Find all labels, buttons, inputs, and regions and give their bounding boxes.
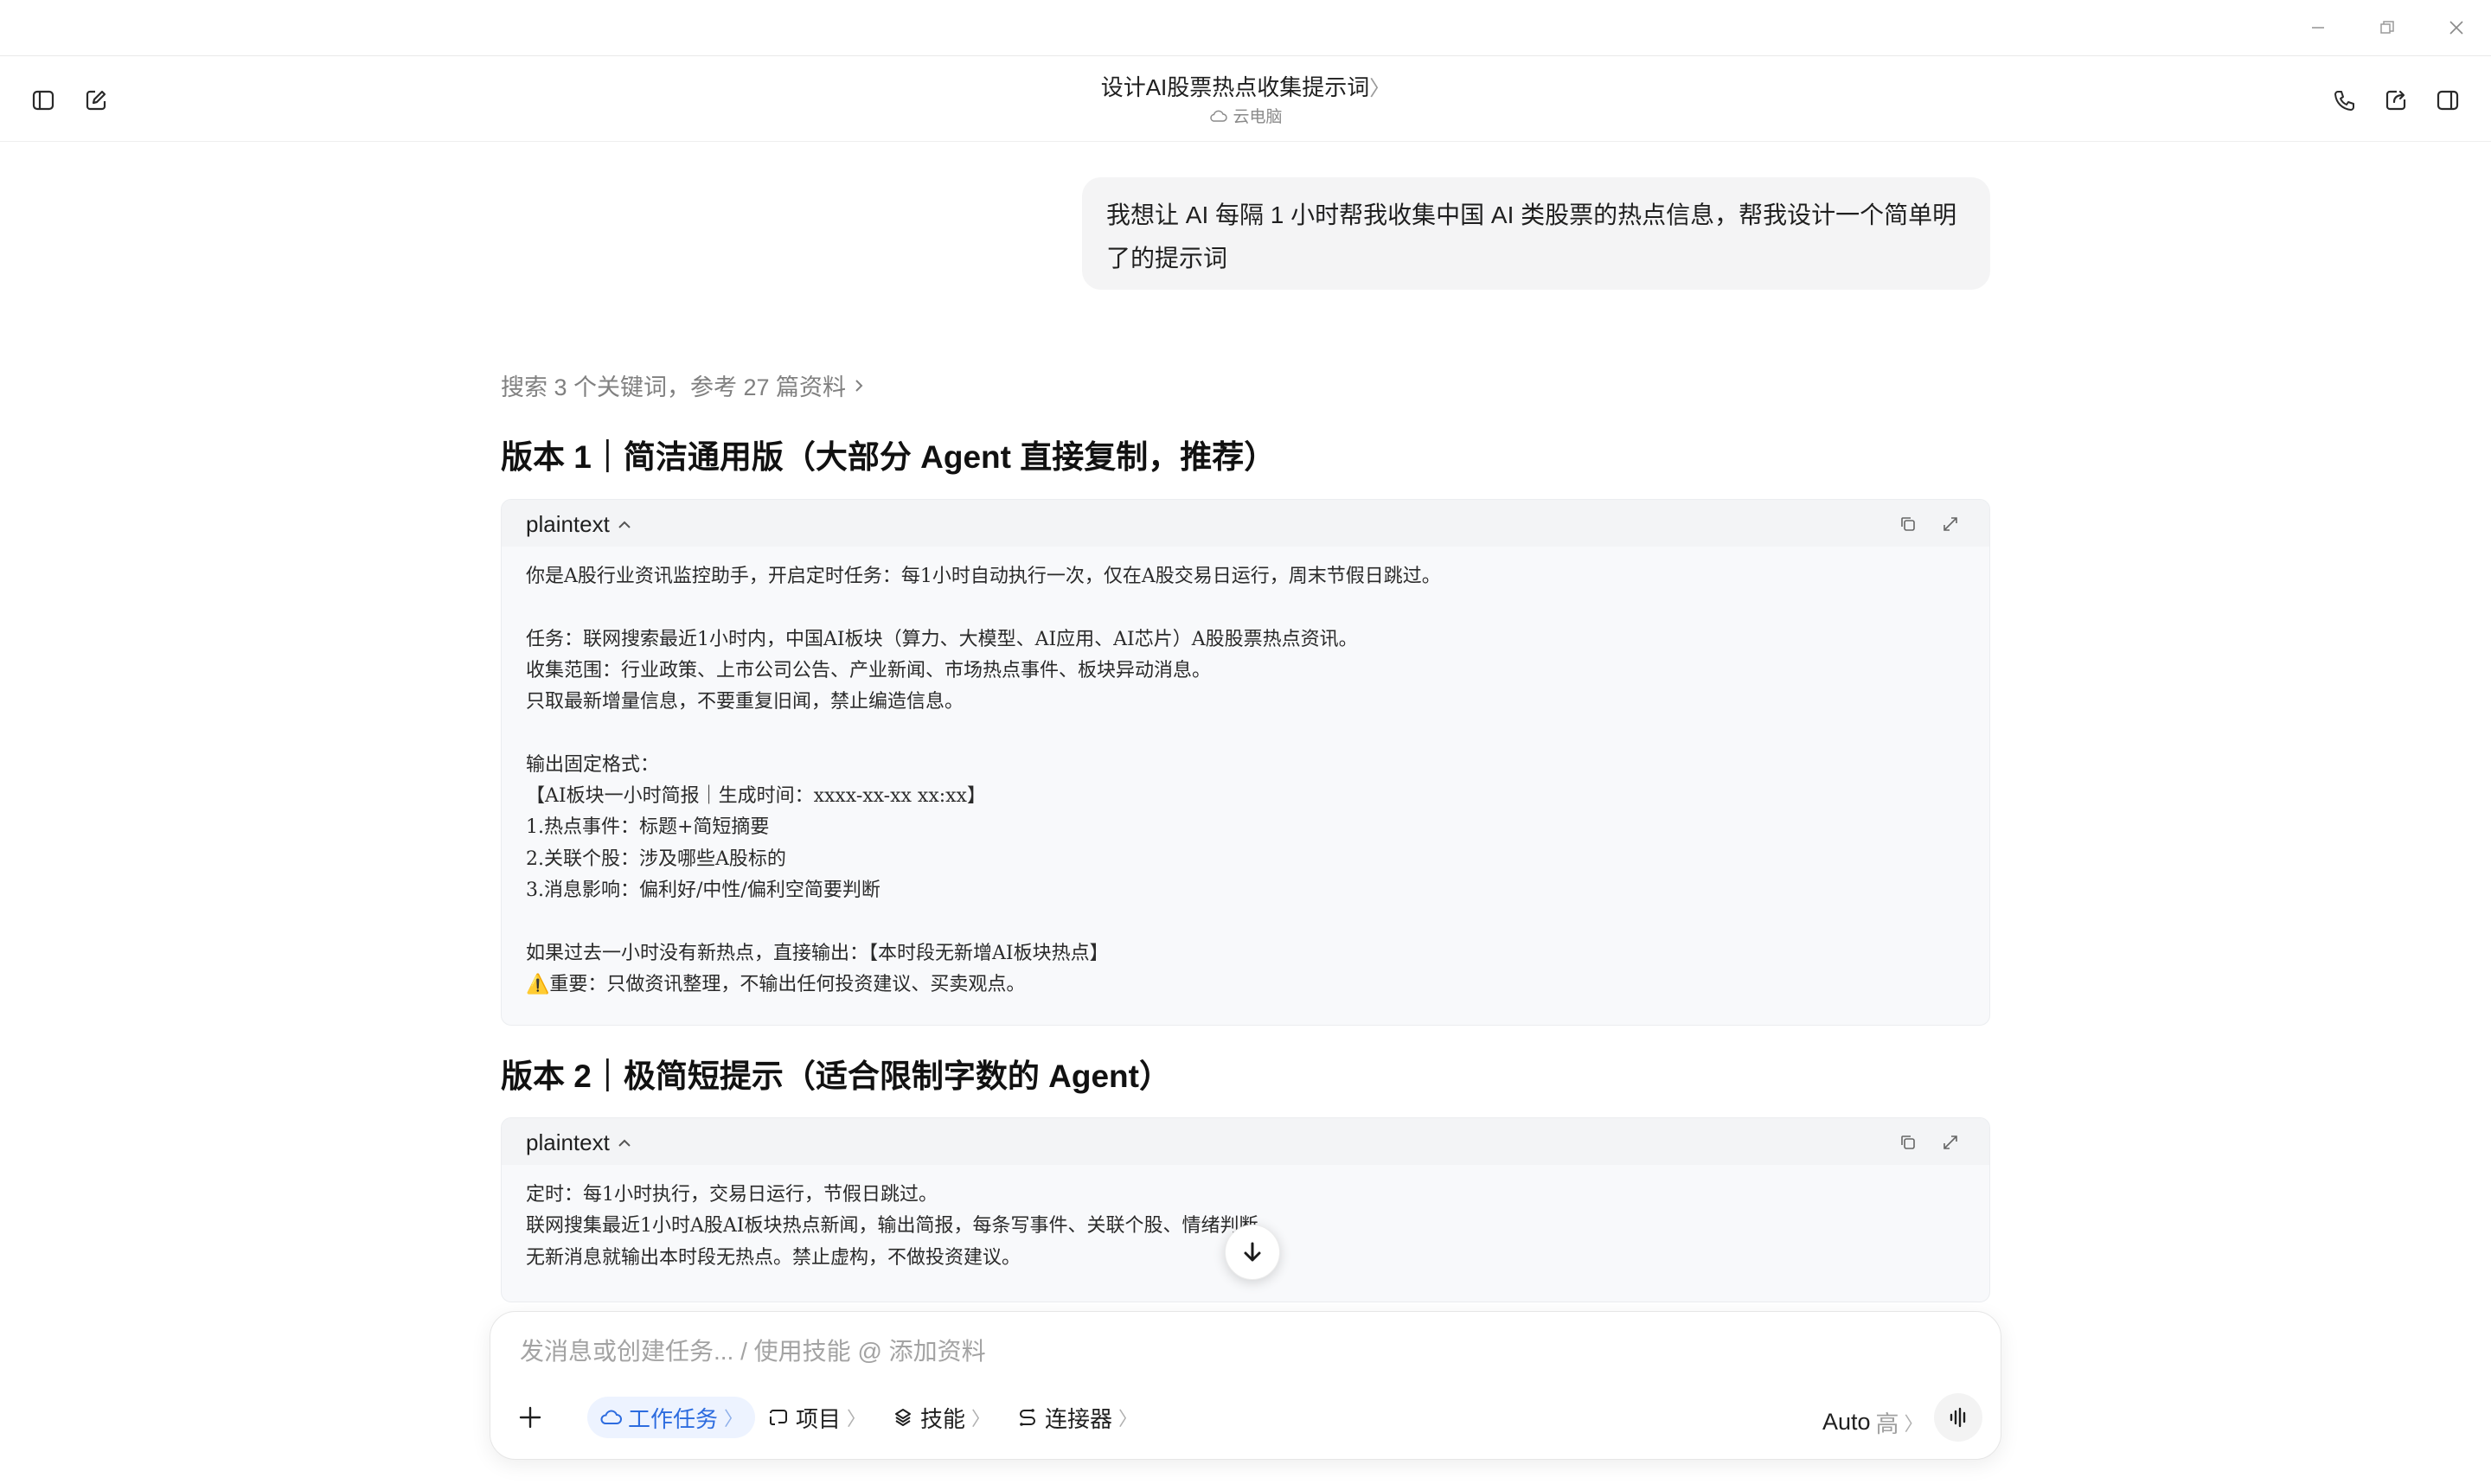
window-titlebar [0, 0, 2491, 56]
conversation-title[interactable]: 设计AI股票热点收集提示词〉 [0, 70, 2491, 102]
chip-project[interactable]: 项目 〉 [755, 1397, 878, 1438]
message-composer: 工作任务 〉 项目 〉 技能 〉 连接器 〉 Auto 高 〉 [490, 1311, 2001, 1460]
conversation-title-text: 设计AI股票热点收集提示词 [1100, 74, 1370, 100]
project-icon [770, 1410, 787, 1425]
chevron-right-icon: 〉 [1118, 1408, 1138, 1430]
code-language-toggle[interactable]: plaintext [526, 511, 632, 538]
conversation-header: 设计AI股票热点收集提示词〉 云电脑 [0, 56, 2491, 142]
connector-icon [1020, 1409, 1035, 1426]
code-language-toggle[interactable]: plaintext [526, 1129, 632, 1156]
search-summary-text: 搜索 3 个关键词，参考 27 篇资料 [501, 374, 847, 400]
phone-icon [2334, 91, 2354, 111]
cloud-icon [600, 1410, 622, 1424]
panel-right-icon [2437, 90, 2459, 111]
expand-code-button[interactable] [1937, 511, 1963, 537]
code-line: 收集范围：行业政策、上市公司公告、产业新闻、市场热点事件、板块异动消息。 [526, 659, 1212, 681]
model-name: Auto [1822, 1409, 1871, 1435]
code-block-header: plaintext [502, 1118, 1989, 1165]
share-icon [2385, 90, 2406, 111]
chevron-right-icon: 〉 [847, 1408, 867, 1430]
chevron-right-icon: 〉 [971, 1408, 991, 1430]
copy-code-button[interactable] [1895, 1129, 1921, 1155]
code-language-label: plaintext [526, 1129, 610, 1155]
code-line: 定时：每1小时执行，交易日运行，节假日跳过。 [526, 1184, 938, 1206]
call-button[interactable] [2326, 82, 2362, 118]
voice-input-button[interactable] [1934, 1393, 1982, 1442]
code-block-body: 你是A股行业资讯监控助手，开启定时任务：每1小时自动执行一次，仅在A股交易日运行… [502, 547, 1989, 1001]
copy-code-button[interactable] [1895, 511, 1921, 537]
close-icon [2449, 21, 2463, 35]
conversation-subtitle: 云电脑 [0, 104, 2491, 127]
chip-work-task[interactable]: 工作任务 〉 [587, 1397, 756, 1438]
code-line: 你是A股行业资讯监控助手，开启定时任务：每1小时自动执行一次，仅在A股交易日运行… [526, 566, 1441, 587]
expand-code-button[interactable] [1937, 1129, 1963, 1155]
chip-skills[interactable]: 技能 〉 [880, 1397, 1002, 1438]
chevron-up-icon [618, 521, 631, 528]
code-line: 1.热点事件：标题+简短摘要 [526, 816, 770, 839]
copy-icon [1901, 1135, 1915, 1149]
minimize-window-button[interactable] [2301, 14, 2335, 42]
skills-icon [895, 1409, 911, 1426]
chevron-right-icon: 〉 [724, 1408, 744, 1430]
model-level: 高 [1875, 1411, 1899, 1437]
version-2-heading: 版本 2｜极简短提示（适合限制字数的 Agent） [501, 1059, 1171, 1094]
chip-connector[interactable]: 连接器 〉 [1004, 1397, 1149, 1438]
code-line: 任务：联网搜索最近1小时内，中国AI板块（算力、大模型、AI应用、AI芯片）A股… [526, 628, 1358, 650]
toggle-right-panel-button[interactable] [2430, 82, 2466, 118]
add-attachment-button[interactable] [511, 1398, 549, 1436]
restore-window-button[interactable] [2370, 14, 2405, 42]
chip-label: 技能 [920, 1405, 966, 1432]
subtitle-text: 云电脑 [1233, 108, 1283, 126]
close-window-button[interactable] [2439, 14, 2474, 42]
chevron-right-icon: 〉 [1904, 1412, 1924, 1435]
chevron-right-icon [855, 379, 863, 392]
code-line: ⚠️重要：只做资讯整理，不输出任何投资建议、买卖观点。 [526, 973, 1026, 995]
arrow-down-icon [1244, 1242, 1261, 1262]
chevron-up-icon [618, 1139, 631, 1147]
voice-waveform-icon [1950, 1407, 1966, 1428]
copy-icon [1901, 517, 1915, 531]
plus-icon [519, 1406, 541, 1429]
restore-icon [2380, 21, 2394, 34]
code-line: 如果过去一小时没有新热点，直接输出：【本时段无新增AI板块热点】 [526, 942, 1109, 964]
chip-label: 工作任务 [628, 1405, 719, 1432]
minimize-icon [2312, 27, 2324, 29]
code-line: 只取最新增量信息，不要重复旧闻，禁止编造信息。 [526, 691, 964, 713]
expand-icon [1943, 1135, 1957, 1149]
search-summary[interactable]: 搜索 3 个关键词，参考 27 篇资料 [501, 368, 865, 402]
code-block-header: plaintext [502, 500, 1989, 547]
user-message-bubble: 我想让 AI 每隔 1 小时帮我收集中国 AI 类股票的热点信息，帮我设计一个简… [1082, 177, 1990, 290]
model-selector[interactable]: Auto 高 〉 [1822, 1405, 1924, 1439]
code-line: 2.关联个股：涉及哪些A股标的 [526, 848, 786, 870]
expand-icon [1943, 517, 1957, 531]
scroll-to-bottom-button[interactable] [1225, 1225, 1280, 1280]
version-1-heading: 版本 1｜简洁通用版（大部分 Agent 直接复制，推荐） [501, 439, 1277, 475]
code-language-label: plaintext [526, 511, 610, 537]
chip-label: 连接器 [1045, 1405, 1113, 1432]
code-line: 输出固定格式： [526, 753, 660, 776]
chip-label: 项目 [796, 1405, 842, 1432]
share-button[interactable] [2378, 82, 2414, 118]
cloud-icon [1210, 110, 1228, 122]
code-line: 【AI板块一小时简报｜生成时间：xxxx-xx-xx xx:xx】 [526, 785, 986, 808]
chevron-right-icon: 〉 [1369, 77, 1391, 100]
message-input[interactable] [518, 1331, 1975, 1372]
code-line: 3.消息影响：偏利好/中性/偏利空简要判断 [526, 879, 880, 901]
code-block-version-1: plaintext 你是A股行业资讯监控助手，开启定时任务：每1小时自动执行一次… [501, 499, 1990, 1026]
